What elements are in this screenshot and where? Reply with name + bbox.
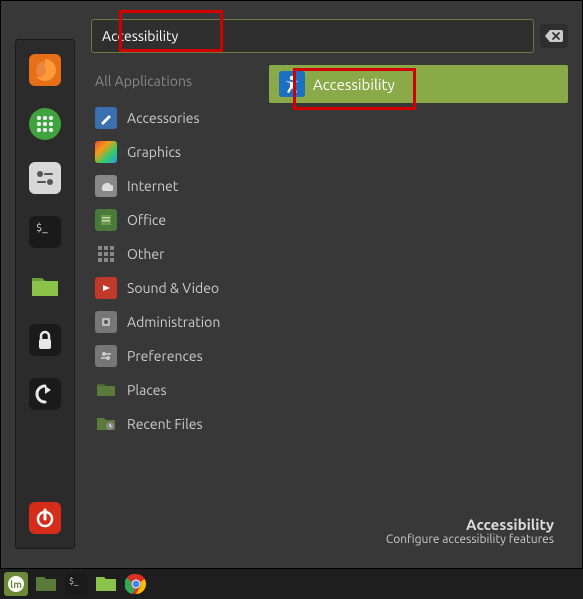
category-label: Administration bbox=[127, 314, 220, 330]
taskbar-chrome[interactable] bbox=[124, 572, 148, 596]
settings-launcher[interactable] bbox=[27, 160, 63, 196]
accessories-icon bbox=[95, 107, 117, 129]
menu-main: All Applications Accessories Graphics In… bbox=[91, 19, 568, 554]
category-label: Recent Files bbox=[127, 416, 203, 432]
category-label: Preferences bbox=[127, 348, 203, 364]
lock-button[interactable] bbox=[27, 322, 63, 358]
favorites-sidebar: $_ bbox=[15, 39, 75, 549]
svg-text:$_: $_ bbox=[69, 576, 79, 586]
preferences-icon bbox=[95, 345, 117, 367]
taskbar-terminal[interactable]: $_ bbox=[64, 572, 88, 596]
menu-content: All Applications Accessories Graphics In… bbox=[91, 65, 568, 554]
svg-text:$_: $_ bbox=[36, 222, 48, 234]
app-description: Accessibility Configure accessibility fe… bbox=[386, 516, 554, 546]
category-office[interactable]: Office bbox=[91, 203, 261, 237]
accessibility-icon bbox=[279, 71, 305, 97]
category-label: Accessories bbox=[127, 110, 200, 126]
all-applications-header[interactable]: All Applications bbox=[91, 65, 261, 101]
category-recent-files[interactable]: Recent Files bbox=[91, 407, 261, 441]
results-pane: Accessibility bbox=[261, 65, 568, 554]
administration-icon bbox=[95, 311, 117, 333]
category-label: Sound & Video bbox=[127, 280, 219, 296]
category-label: Graphics bbox=[127, 144, 181, 160]
terminal-launcher[interactable]: $_ bbox=[27, 214, 63, 250]
category-internet[interactable]: Internet bbox=[91, 169, 261, 203]
office-icon bbox=[95, 209, 117, 231]
category-places[interactable]: Places bbox=[91, 373, 261, 407]
logout-button[interactable] bbox=[27, 376, 63, 412]
menu-button[interactable]: lm bbox=[4, 572, 28, 596]
category-graphics[interactable]: Graphics bbox=[91, 135, 261, 169]
backspace-icon bbox=[545, 29, 563, 43]
result-label: Accessibility bbox=[313, 76, 395, 93]
app-description-text: Configure accessibility features bbox=[386, 533, 554, 546]
category-label: Places bbox=[127, 382, 167, 398]
search-input[interactable] bbox=[91, 19, 534, 53]
category-other[interactable]: Other bbox=[91, 237, 261, 271]
category-preferences[interactable]: Preferences bbox=[91, 339, 261, 373]
sound-video-icon bbox=[95, 277, 117, 299]
graphics-icon bbox=[95, 141, 117, 163]
recent-files-icon bbox=[95, 413, 117, 435]
svg-text:lm: lm bbox=[10, 579, 22, 590]
taskbar-files[interactable] bbox=[34, 572, 58, 596]
category-list: All Applications Accessories Graphics In… bbox=[91, 65, 261, 554]
taskbar: lm $_ bbox=[0, 569, 583, 599]
category-administration[interactable]: Administration bbox=[91, 305, 261, 339]
app-description-title: Accessibility bbox=[386, 516, 554, 533]
clear-search-button[interactable] bbox=[540, 24, 568, 48]
application-menu: $_ All Applications Accessor bbox=[0, 0, 583, 569]
search-row bbox=[91, 19, 568, 53]
files-launcher[interactable] bbox=[27, 268, 63, 304]
category-label: Internet bbox=[127, 178, 178, 194]
places-icon bbox=[95, 379, 117, 401]
result-accessibility[interactable]: Accessibility bbox=[269, 65, 568, 103]
other-icon bbox=[95, 243, 117, 265]
power-button[interactable] bbox=[27, 500, 63, 536]
category-label: Other bbox=[127, 246, 164, 262]
apps-launcher[interactable] bbox=[27, 106, 63, 142]
category-label: Office bbox=[127, 212, 166, 228]
category-sound-video[interactable]: Sound & Video bbox=[91, 271, 261, 305]
category-accessories[interactable]: Accessories bbox=[91, 101, 261, 135]
taskbar-files-2[interactable] bbox=[94, 572, 118, 596]
firefox-launcher[interactable] bbox=[27, 52, 63, 88]
internet-icon bbox=[95, 175, 117, 197]
